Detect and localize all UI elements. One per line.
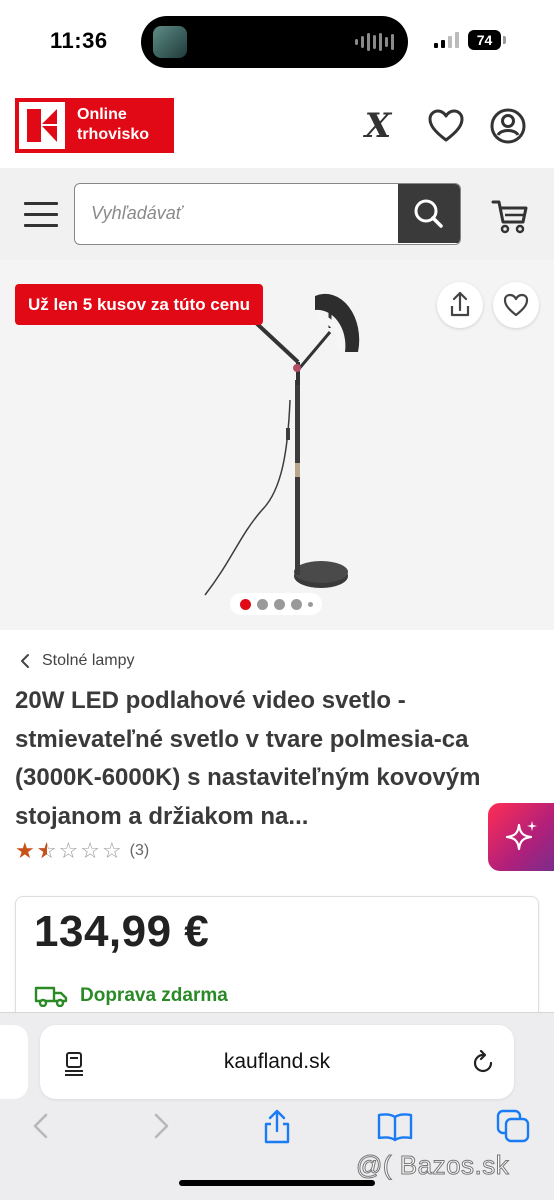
gallery-dot[interactable] [239, 598, 251, 610]
product-price: 134,99 € [34, 907, 210, 956]
site-header: Online trhovisko X [0, 82, 554, 168]
chevron-left-icon [21, 654, 29, 668]
shipping-info: Doprava zdarma [34, 985, 228, 1007]
battery-tip [503, 36, 506, 44]
share-icon[interactable] [258, 1107, 296, 1145]
kaufland-logo[interactable]: Online trhovisko [15, 98, 174, 153]
product-title: 20W LED podlahové video svetlo - stmieva… [15, 687, 481, 830]
menu-icon[interactable] [24, 202, 58, 228]
heart-icon[interactable] [426, 106, 466, 146]
search-icon [414, 199, 443, 228]
product-rating[interactable]: ★ ☆★ ☆ ☆ ☆ (3) [15, 840, 149, 862]
wishlist-button[interactable] [493, 282, 539, 328]
url-text: kaufland.sk [223, 1050, 331, 1073]
page-menu-icon[interactable] [62, 1050, 88, 1076]
share-button[interactable] [437, 282, 483, 328]
svg-text:X: X [363, 106, 393, 146]
gallery-dot[interactable] [256, 598, 268, 610]
dynamic-island[interactable] [141, 16, 408, 68]
previous-tab-peek[interactable] [0, 1025, 28, 1099]
star-empty-icon: ☆ [80, 838, 100, 863]
cart-icon[interactable] [490, 196, 530, 236]
search-row [0, 168, 554, 260]
home-indicator[interactable] [179, 1180, 375, 1186]
rating-count: (3) [129, 842, 150, 859]
ai-assistant-button[interactable] [488, 803, 554, 871]
shipping-label: Doprava zdarma [80, 985, 228, 1006]
heart-icon [503, 293, 529, 317]
status-bar: 11:36 74 [0, 0, 554, 82]
star-empty-icon: ☆ [58, 838, 79, 863]
logo-line2: trhovisko [77, 126, 150, 143]
gallery-pagination [230, 593, 322, 615]
star-half-icon: ☆★ [36, 838, 57, 863]
watermark: @( Bazos.sk [355, 1150, 510, 1181]
search-button[interactable] [398, 184, 460, 243]
status-time: 11:36 [50, 28, 108, 53]
logo-line1: Online [77, 106, 127, 123]
back-icon[interactable] [22, 1107, 60, 1145]
x-brand-icon[interactable]: X [358, 106, 398, 146]
star-empty-icon: ☆ [101, 838, 122, 863]
share-icon [450, 291, 470, 317]
search-box [74, 183, 461, 245]
logo-text: Online trhovisko [69, 98, 174, 153]
star-full-icon: ★ [15, 838, 35, 863]
audio-waveform-icon [355, 33, 394, 51]
search-input[interactable] [91, 184, 391, 243]
forward-icon[interactable] [142, 1107, 180, 1145]
address-bar[interactable]: kaufland.sk [40, 1025, 514, 1099]
breadcrumb[interactable]: Stolné lampy [20, 652, 135, 670]
battery-icon: 74 [468, 30, 501, 50]
gallery-dot[interactable] [307, 601, 313, 607]
now-playing-thumbnail [153, 26, 187, 58]
user-account-icon[interactable] [488, 106, 528, 146]
tabs-icon[interactable] [494, 1107, 532, 1145]
cellular-signal-icon [434, 32, 459, 48]
promo-badge: Už len 5 kusov za túto cenu [15, 284, 263, 325]
gallery-dot[interactable] [290, 598, 302, 610]
breadcrumb-label: Stolné lampy [42, 652, 135, 669]
bookmarks-icon[interactable] [376, 1107, 414, 1145]
gallery-dot[interactable] [273, 598, 285, 610]
product-gallery[interactable]: Už len 5 kusov za túto cenu [0, 260, 554, 630]
kaufland-k-icon [15, 98, 69, 153]
sparkle-icon [505, 821, 537, 851]
reload-icon[interactable] [470, 1050, 496, 1076]
delivery-truck-icon [34, 986, 68, 1007]
